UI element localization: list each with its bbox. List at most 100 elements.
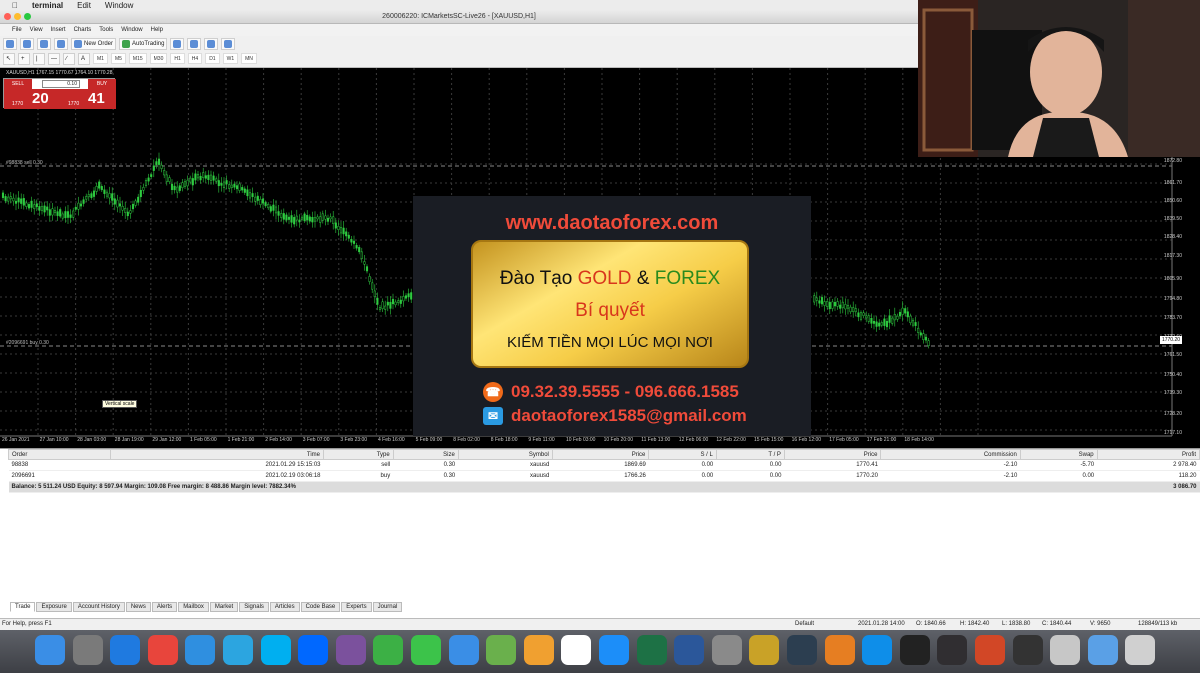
col-size[interactable]: Size [392, 449, 459, 460]
trash-icon[interactable] [1125, 635, 1156, 665]
candles-button[interactable] [187, 37, 202, 50]
excel-icon[interactable] [636, 635, 667, 665]
tab-account-history[interactable]: Account History [72, 602, 125, 612]
trendline-tool[interactable]: ∕ [63, 52, 75, 65]
apple-icon[interactable]:  [12, 1, 18, 10]
launchpad-icon[interactable] [72, 635, 103, 665]
word-icon[interactable] [674, 635, 705, 665]
table-row[interactable]: 98838 2021.01.29 15:15:03 sell 0.30 xauu… [8, 459, 1200, 471]
col-profit[interactable]: Profit [1096, 449, 1200, 460]
obs-icon[interactable] [937, 635, 968, 665]
menu-charts[interactable]: Charts [74, 27, 92, 33]
timeframe-mn[interactable]: MN [241, 53, 257, 64]
crosshair-tool[interactable]: + [18, 52, 30, 65]
new-chart-button[interactable] [3, 37, 17, 50]
market-watch-button[interactable] [37, 37, 51, 50]
buy-button[interactable]: BUY [88, 79, 116, 89]
col-type[interactable]: Type [323, 449, 394, 460]
cursor-tool[interactable]: ↖ [3, 52, 15, 65]
chrome-icon[interactable] [147, 635, 178, 665]
maximize-window-button[interactable] [24, 13, 31, 20]
col-current-price[interactable]: Price [783, 449, 882, 460]
text-tool[interactable]: A [78, 52, 90, 65]
tab-market[interactable]: Market [209, 602, 239, 612]
autotrading-button[interactable]: AutoTrading [119, 37, 168, 50]
terminal2-icon[interactable] [1012, 635, 1043, 665]
sync-icon[interactable] [185, 635, 216, 665]
archive-icon[interactable] [749, 635, 780, 665]
finder-icon[interactable] [35, 635, 65, 665]
timeframe-m15[interactable]: M15 [128, 53, 147, 64]
photos2-icon[interactable] [824, 635, 855, 665]
mac-app-name[interactable]: terminal [32, 1, 63, 10]
mac-menu-window[interactable]: Window [105, 1, 133, 10]
col-order[interactable]: Order [7, 449, 112, 460]
safari-icon[interactable] [110, 635, 141, 665]
table-row[interactable]: 2096691 2021.02.19 03:06:18 buy 0.30 xau… [8, 470, 1200, 482]
teamviewer-icon[interactable] [862, 635, 893, 665]
finder2-icon[interactable] [1087, 635, 1118, 665]
tab-alerts[interactable]: Alerts [151, 602, 178, 612]
col-commission[interactable]: Commission [880, 449, 1021, 460]
tab-trade[interactable]: Trade [10, 602, 36, 612]
timeframe-d1[interactable]: D1 [205, 53, 220, 64]
mac-menu-edit[interactable]: Edit [77, 1, 91, 10]
tab-exposure[interactable]: Exposure [36, 602, 72, 612]
profiles-button[interactable] [20, 37, 34, 50]
tab-experts[interactable]: Experts [341, 602, 372, 612]
timeframe-m1[interactable]: M1 [93, 53, 108, 64]
timeframe-m30[interactable]: M30 [149, 53, 168, 64]
tab-news[interactable]: News [125, 602, 151, 612]
zoom-in-button[interactable] [204, 37, 219, 50]
app-store-icon[interactable] [599, 635, 629, 665]
tab-code-base[interactable]: Code Base [300, 602, 341, 612]
timeframe-w1[interactable]: W1 [222, 53, 239, 64]
maps-icon[interactable] [486, 635, 517, 665]
col-price[interactable]: Price [551, 449, 650, 460]
col-swap[interactable]: Swap [1019, 449, 1098, 460]
sell-button[interactable]: SELL [4, 79, 32, 89]
menu-window[interactable]: Window [121, 27, 142, 33]
menu-file[interactable]: File [12, 27, 22, 33]
menu-view[interactable]: View [30, 27, 43, 33]
col-symbol[interactable]: Symbol [457, 449, 553, 460]
skype-icon[interactable] [260, 635, 291, 665]
calendar-icon[interactable] [561, 635, 592, 665]
bar-chart-button[interactable] [170, 37, 185, 50]
tab-signals[interactable]: Signals [239, 602, 269, 612]
menu-insert[interactable]: Insert [51, 27, 66, 33]
lot-size-input[interactable]: 0.10 [42, 80, 80, 88]
menu-tools[interactable]: Tools [99, 27, 113, 33]
viber-icon[interactable] [335, 635, 366, 665]
timeframe-h4[interactable]: H4 [187, 53, 203, 64]
photos-icon[interactable] [523, 635, 554, 665]
navigator-button[interactable] [54, 37, 68, 50]
close-window-button[interactable] [4, 13, 11, 20]
preview-icon[interactable] [1050, 635, 1081, 665]
time-axis[interactable]: 26 Jan 2021 27 Jan 10:00 28 Jan 03:00 28 Ja… [0, 437, 960, 447]
messages-icon[interactable] [411, 635, 441, 665]
quicktime-icon[interactable] [787, 635, 817, 665]
line-icon[interactable] [373, 635, 404, 665]
new-order-button[interactable]: New Order [71, 37, 117, 50]
col-time[interactable]: Time [110, 449, 325, 460]
chat-icon[interactable] [448, 635, 479, 665]
bid-price[interactable]: 1770 20 [4, 89, 60, 109]
system-preferences-icon[interactable] [711, 635, 742, 665]
ask-price[interactable]: 1770 41 [60, 89, 116, 109]
vertical-line-tool[interactable]: | [33, 52, 45, 65]
minimize-window-button[interactable] [14, 13, 21, 20]
col-sl[interactable]: S / L [648, 449, 717, 460]
tab-articles[interactable]: Articles [269, 602, 300, 612]
horizontal-line-tool[interactable]: — [48, 52, 60, 65]
tab-mailbox[interactable]: Mailbox [178, 602, 209, 612]
tab-journal[interactable]: Journal [372, 602, 403, 612]
col-tp[interactable]: T / P [715, 449, 785, 460]
zalo-icon[interactable] [298, 635, 329, 665]
timeframe-h1[interactable]: H1 [170, 53, 185, 64]
telegram-icon[interactable] [223, 635, 253, 665]
menu-help[interactable]: Help [151, 27, 163, 33]
zoom-out-button[interactable] [221, 37, 236, 50]
terminal-icon[interactable] [899, 635, 930, 665]
powerpoint-icon[interactable] [975, 635, 1005, 665]
